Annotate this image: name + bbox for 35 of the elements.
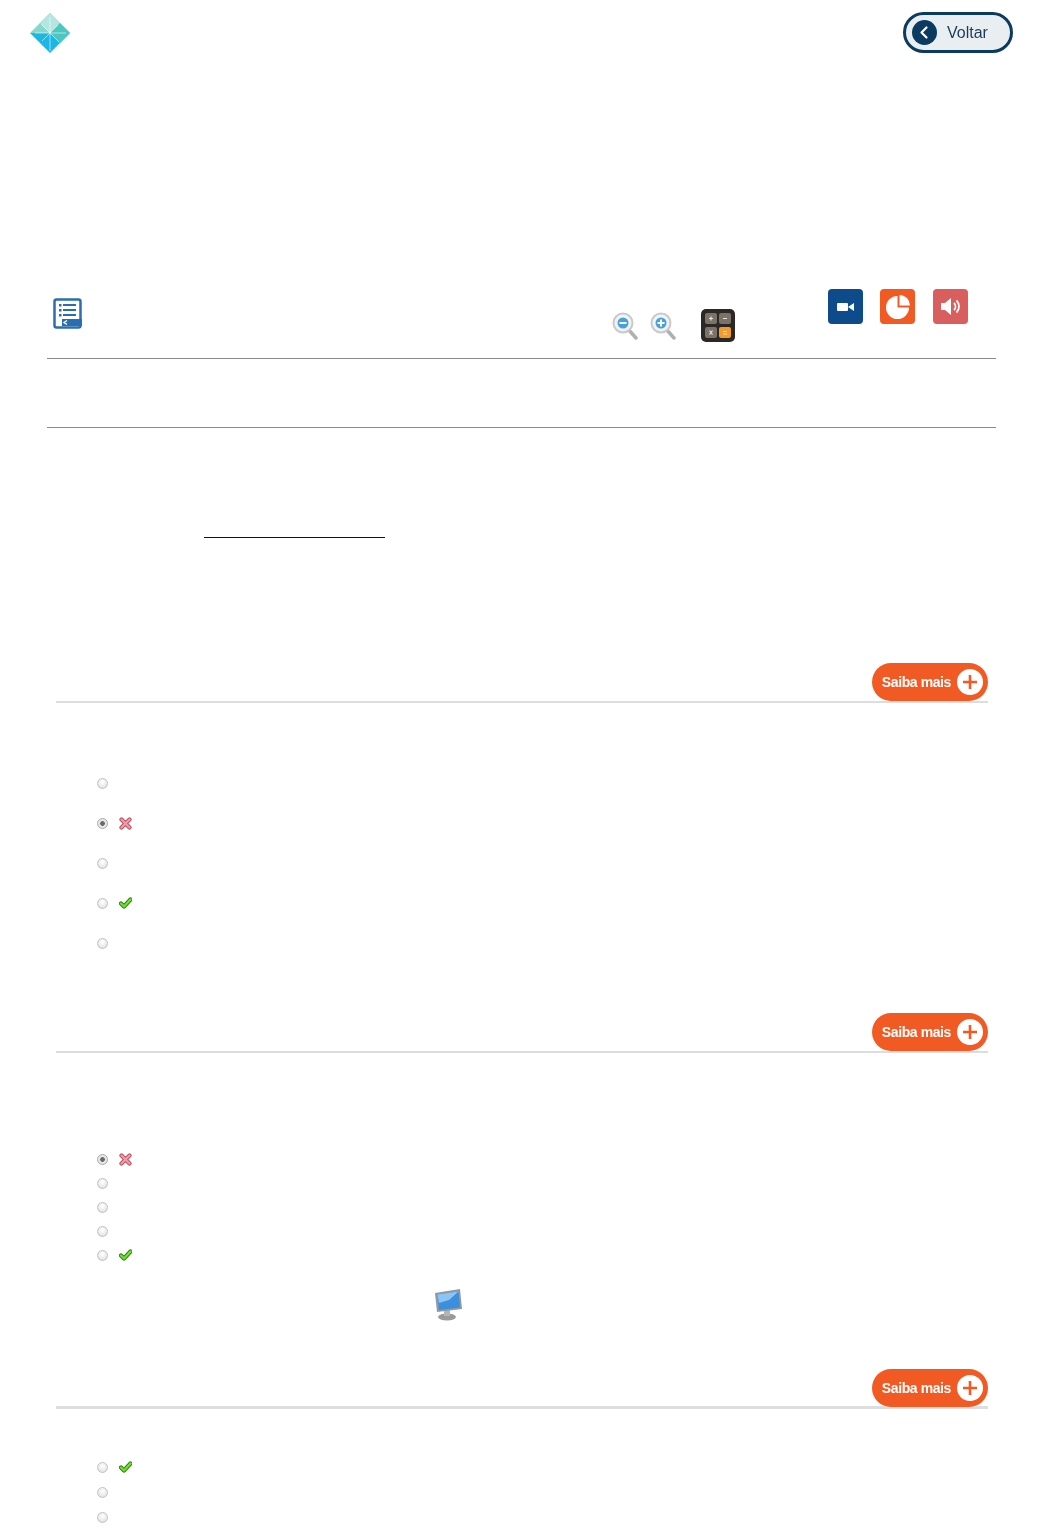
radio-button[interactable]	[97, 777, 108, 789]
logo-icon	[30, 13, 70, 53]
radio-button[interactable]	[97, 1512, 108, 1523]
plus-icon	[957, 1019, 983, 1045]
calculator-icon[interactable]	[701, 309, 735, 342]
check-icon	[119, 896, 132, 910]
chevron-left-icon	[912, 20, 937, 45]
check-icon	[119, 1248, 132, 1262]
pie-chart-icon[interactable]	[880, 289, 915, 324]
radio-button[interactable]	[97, 1225, 108, 1237]
plus-icon	[957, 1375, 983, 1401]
zoom-out-icon[interactable]	[612, 312, 638, 340]
radio-button[interactable]	[97, 937, 108, 949]
document-list-icon[interactable]	[53, 298, 82, 329]
video-camera-icon[interactable]	[828, 289, 863, 324]
radio-button[interactable]	[97, 1153, 108, 1165]
speaker-icon[interactable]	[933, 289, 968, 324]
back-button[interactable]: Voltar	[903, 12, 1013, 53]
radio-button[interactable]	[97, 857, 108, 869]
plus-icon	[957, 669, 983, 695]
cross-icon	[119, 1152, 132, 1166]
more-info-button[interactable]: Saiba mais	[871, 663, 988, 701]
radio-button[interactable]	[97, 1462, 108, 1473]
computer-monitor-icon[interactable]	[433, 1288, 463, 1321]
radio-button[interactable]	[97, 897, 108, 909]
cross-icon	[119, 816, 132, 830]
radio-button[interactable]	[97, 1487, 108, 1498]
radio-button[interactable]	[97, 1249, 108, 1261]
more-info-button[interactable]: Saiba mais	[871, 1013, 988, 1051]
zoom-in-icon[interactable]	[650, 312, 676, 340]
radio-button[interactable]	[97, 817, 108, 829]
more-info-button[interactable]: Saiba mais	[871, 1369, 988, 1407]
radio-button[interactable]	[97, 1177, 108, 1189]
radio-button[interactable]	[97, 1201, 108, 1213]
check-icon	[119, 1461, 132, 1474]
